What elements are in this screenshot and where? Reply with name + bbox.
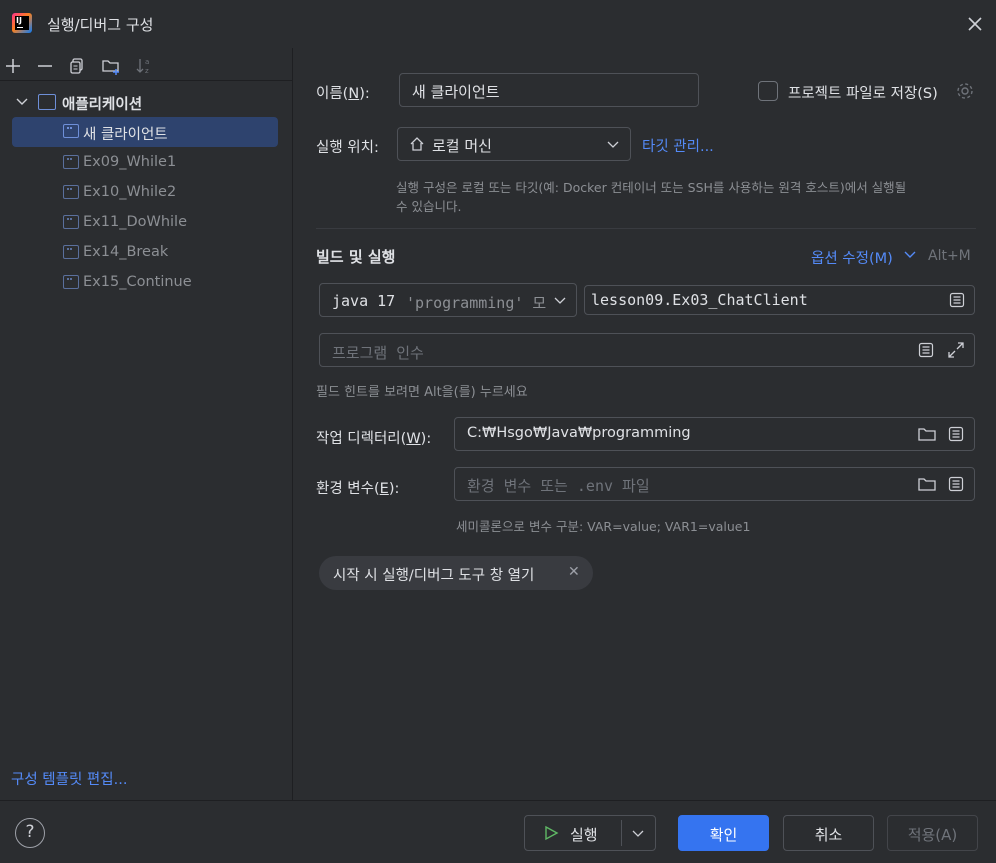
intellij-logo-icon xyxy=(12,13,32,33)
tree-item-ex11[interactable]: Ex11_DoWhile xyxy=(12,208,278,238)
ok-button-label: 확인 xyxy=(709,826,738,844)
expand-text-icon[interactable] xyxy=(949,292,965,308)
run-on-hint-line2: 수 있습니다. xyxy=(396,199,462,214)
chevron-down-icon[interactable] xyxy=(903,248,917,262)
name-label: 이름(N): xyxy=(316,86,370,102)
cancel-button-label: 취소 xyxy=(814,826,843,844)
home-icon xyxy=(409,136,425,152)
help-button[interactable]: ? xyxy=(15,818,45,848)
jdk-select[interactable]: java 17 'programming' 모 xyxy=(319,283,577,317)
apply-button-label: 적용(A) xyxy=(907,826,958,844)
chevron-down-icon xyxy=(606,138,620,152)
main-class-input[interactable]: lesson09.Ex03_ChatClient xyxy=(584,285,975,315)
modify-options-link[interactable]: 옵션 수정(M) xyxy=(811,247,893,268)
open-tool-window-chip[interactable]: 시작 시 실행/디버그 도구 창 열기 ✕ xyxy=(319,556,593,590)
toolbar-divider xyxy=(0,80,293,81)
close-icon[interactable]: ✕ xyxy=(568,564,580,580)
tree-item-label: Ex14_Break xyxy=(83,244,169,260)
chevron-down-icon[interactable] xyxy=(14,94,30,110)
folder-icon[interactable] xyxy=(917,425,937,443)
run-button[interactable]: 실행 xyxy=(524,815,656,851)
modify-options-shortcut: Alt+M xyxy=(928,248,971,264)
env-placeholder: 환경 변수 또는 .env 파일 xyxy=(467,477,650,495)
tree-item-label: Ex11_DoWhile xyxy=(83,214,187,230)
tree-item-ex09[interactable]: Ex09_While1 xyxy=(12,148,278,178)
run-on-select[interactable]: 로컬 머신 xyxy=(397,127,631,161)
remove-icon[interactable] xyxy=(34,55,56,77)
run-button-label: 실행 xyxy=(570,826,598,844)
application-config-icon xyxy=(63,185,79,199)
tree-item-label: Ex10_While2 xyxy=(83,184,177,200)
chip-label: 시작 시 실행/디버그 도구 창 열기 xyxy=(333,568,535,584)
env-hint: 세미콜론으로 변수 구분: VAR=value; VAR1=value1 xyxy=(456,519,751,534)
tree-item-new-client[interactable]: 새 클라이언트 xyxy=(12,117,278,147)
run-on-hint-line1: 실행 구성은 로컬 또는 타깃(예: Docker 컨테이너 또는 SSH를 사… xyxy=(396,180,907,195)
chevron-down-icon[interactable] xyxy=(631,827,645,841)
ok-button[interactable]: 확인 xyxy=(678,815,769,851)
copy-icon[interactable] xyxy=(66,55,88,77)
close-icon[interactable] xyxy=(964,13,986,35)
add-icon[interactable] xyxy=(2,55,24,77)
tree-item-label: Ex15_Continue xyxy=(83,274,192,290)
main-class-value: lesson09.Ex03_ChatClient xyxy=(591,291,808,309)
working-dir-label: 작업 디렉터리(W): xyxy=(316,431,432,447)
jdk-module: 'programming' 모 xyxy=(406,294,546,312)
expand-text-icon[interactable] xyxy=(948,426,964,442)
env-label: 환경 변수(E): xyxy=(316,481,400,497)
application-config-icon xyxy=(63,275,79,289)
working-dir-input[interactable]: C:₩Hsgo₩Java₩programming xyxy=(454,417,975,451)
application-icon xyxy=(38,94,56,110)
tree-item-ex15[interactable]: Ex15_Continue xyxy=(12,268,278,298)
maximize-icon[interactable] xyxy=(946,340,966,360)
name-input-value: 새 클라이언트 xyxy=(412,83,500,101)
run-on-value: 로컬 머신 xyxy=(432,137,492,155)
edit-templates-link[interactable]: 구성 템플릿 편집... xyxy=(11,768,127,789)
field-hint: 필드 힌트를 보려면 Alt을(를) 누르세요 xyxy=(316,385,528,400)
program-args-input[interactable]: 프로그램 인수 xyxy=(319,333,975,367)
application-config-icon xyxy=(63,245,79,259)
build-run-header: 빌드 및 실행 xyxy=(316,248,396,266)
tree-item-ex14[interactable]: Ex14_Break xyxy=(12,238,278,268)
window-title: 실행/디버그 구성 xyxy=(47,16,154,34)
expand-text-icon[interactable] xyxy=(918,342,934,358)
chevron-down-icon xyxy=(553,294,567,308)
modify-options-label: 옵션 수정(M) xyxy=(811,251,893,267)
tree-item-label: Ex09_While1 xyxy=(83,154,177,170)
gear-icon[interactable] xyxy=(955,81,975,101)
working-dir-value: C:₩Hsgo₩Java₩programming xyxy=(467,425,691,441)
store-project-file-checkbox[interactable] xyxy=(758,81,778,101)
application-config-icon xyxy=(63,215,79,229)
section-divider xyxy=(316,228,976,229)
cancel-button[interactable]: 취소 xyxy=(783,815,874,851)
application-config-icon xyxy=(63,124,79,138)
expand-text-icon[interactable] xyxy=(948,476,964,492)
tree-item-ex10[interactable]: Ex10_While2 xyxy=(12,178,278,208)
play-icon xyxy=(543,825,559,841)
program-args-placeholder: 프로그램 인수 xyxy=(332,344,424,362)
tree-group-application[interactable]: 애플리케이션 xyxy=(62,93,142,114)
jdk-value: java 17 xyxy=(332,292,396,310)
tree-item-label: 새 클라이언트 xyxy=(83,127,168,143)
manage-targets-link[interactable]: 타깃 관리... xyxy=(642,135,714,156)
svg-text:z: z xyxy=(145,67,149,75)
sort-icon[interactable]: az xyxy=(134,55,156,77)
split-divider xyxy=(621,820,622,846)
folder-icon[interactable] xyxy=(917,475,937,493)
run-on-label: 실행 위치: xyxy=(316,140,379,156)
apply-button[interactable]: 적용(A) xyxy=(887,815,978,851)
name-input[interactable]: 새 클라이언트 xyxy=(399,73,699,107)
svg-text:a: a xyxy=(145,58,149,66)
footer-divider xyxy=(0,800,996,801)
application-config-icon xyxy=(63,155,79,169)
new-folder-icon[interactable] xyxy=(100,55,122,77)
env-input[interactable]: 환경 변수 또는 .env 파일 xyxy=(454,467,975,501)
store-project-file-label: 프로젝트 파일로 저장(S) xyxy=(788,86,938,102)
